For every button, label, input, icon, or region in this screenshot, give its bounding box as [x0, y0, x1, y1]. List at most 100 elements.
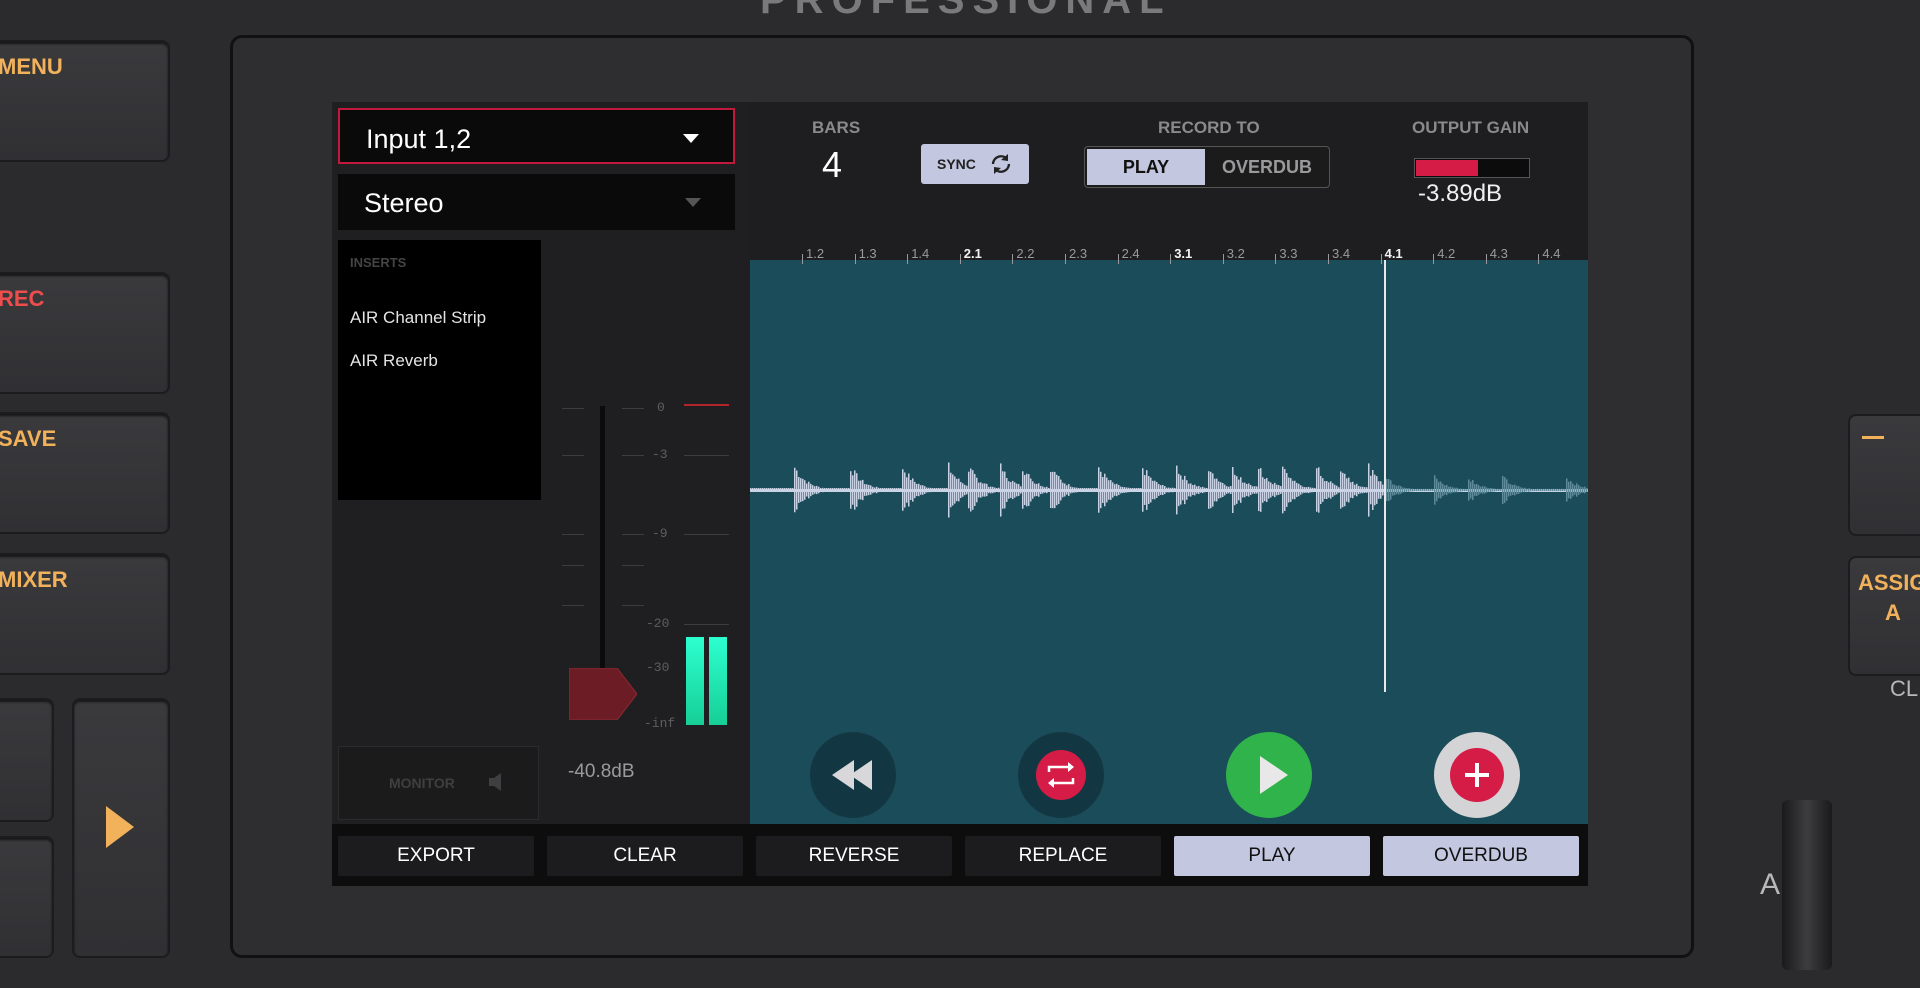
sync-button[interactable]: SYNC [921, 144, 1029, 184]
hardware-fader[interactable] [1782, 800, 1832, 970]
input-mode-value: Stereo [364, 188, 444, 218]
overdub-mode-button[interactable]: OVERDUB [1383, 836, 1579, 876]
meter-clip-line [684, 404, 729, 406]
level-meter-right [709, 637, 727, 725]
ruler-label: 4.3 [1489, 246, 1508, 261]
loop-icon [1036, 750, 1086, 800]
scale-tick [562, 534, 584, 535]
fader-track[interactable] [600, 406, 605, 676]
speaker-icon [489, 773, 501, 791]
rec-button-label: REC [0, 286, 45, 311]
ruler-label: 2.4 [1121, 246, 1140, 261]
add-button[interactable] [1434, 732, 1520, 818]
record-to-label: RECORD TO [1158, 118, 1260, 137]
ruler-tick [1065, 254, 1066, 264]
minus-button[interactable] [1848, 414, 1920, 536]
scale-label: -3 [652, 447, 668, 462]
record-to-overdub-option[interactable]: OVERDUB [1207, 149, 1327, 185]
mixer-button-label: MIXER [0, 567, 68, 592]
minus-icon [1862, 436, 1884, 439]
down-arrow-button[interactable] [0, 836, 54, 958]
ruler-tick [1170, 254, 1172, 264]
scale-tick [622, 605, 644, 606]
insert-item[interactable]: AIR Channel Strip [350, 308, 486, 328]
play-mode-button[interactable]: PLAY [1174, 836, 1370, 876]
brand-label: PROFESSIONAL [760, 0, 1172, 22]
rewind-button[interactable] [810, 732, 896, 818]
replace-button[interactable]: REPLACE [965, 836, 1161, 876]
menu-button-label: MENU [0, 54, 63, 79]
rewind-icon [832, 760, 872, 790]
inserts-title: INSERTS [350, 255, 407, 270]
save-button-label: SAVE [0, 426, 57, 451]
ruler-label: 3.4 [1332, 246, 1351, 261]
output-gain-meter[interactable] [1414, 158, 1530, 178]
clear-button[interactable]: CLEAR [547, 836, 743, 876]
input-gain-readout: -40.8dB [568, 761, 635, 782]
output-gain-fill [1416, 160, 1478, 176]
reverse-button[interactable]: REVERSE [756, 836, 952, 876]
scale-label: -9 [652, 526, 668, 541]
menu-button[interactable]: MENU [0, 40, 170, 162]
fader-a-label: A [1760, 868, 1781, 901]
clip-label: CL [1890, 676, 1919, 701]
ruler-tick [1538, 254, 1540, 264]
scale-label: -20 [646, 616, 670, 631]
bars-value[interactable]: 4 [822, 144, 842, 186]
scale-tick [622, 534, 644, 535]
ruler-tick [959, 254, 961, 264]
loop-button[interactable] [1018, 732, 1104, 818]
ruler-tick [1012, 254, 1014, 264]
chevron-down-icon [685, 198, 701, 207]
assign-a-button[interactable]: ASSIGN A [1848, 556, 1920, 676]
touchscreen: Input 1,2 Stereo INSERTS AIR Channel Str… [332, 102, 1588, 886]
record-to-toggle: PLAY OVERDUB [1084, 146, 1330, 188]
right-arrow-icon [106, 806, 134, 848]
fader-handle[interactable] [569, 668, 637, 720]
level-meter-left [686, 637, 704, 725]
input-source-dropdown[interactable]: Input 1,2 [338, 108, 735, 164]
ruler-label: 2.3 [1069, 246, 1088, 261]
export-button[interactable]: EXPORT [338, 836, 534, 876]
ruler-tick [1380, 254, 1382, 264]
bar-ruler[interactable]: 1.2 1.3 1.4 2.1 2.2 2.3 2.4 3.1 3.2 3.3 3.4 4.1 4.2 4… [750, 242, 1588, 362]
scale-tick [562, 455, 584, 456]
ruler-tick [907, 254, 909, 264]
insert-item[interactable]: AIR Reverb [350, 351, 438, 371]
output-gain-label: OUTPUT GAIN [1412, 118, 1530, 137]
ruler-tick [1275, 254, 1277, 264]
assign-a-label: ASSIGN A [1858, 570, 1920, 625]
ruler-label: 4.1 [1384, 246, 1403, 261]
ruler-tick [1222, 254, 1224, 264]
scale-tick [684, 624, 729, 625]
monitor-button[interactable]: MONITOR [338, 746, 539, 820]
scale-tick [622, 455, 644, 456]
ruler-label: 3.1 [1174, 246, 1193, 261]
rec-button[interactable]: REC [0, 272, 170, 394]
play-button[interactable] [1226, 732, 1312, 818]
record-to-play-option[interactable]: PLAY [1087, 149, 1205, 185]
chevron-down-icon [683, 134, 699, 143]
ruler-label: 3.2 [1226, 246, 1245, 261]
save-button[interactable]: SAVE [0, 412, 170, 534]
ruler-tick [854, 254, 856, 264]
add-icon [1450, 748, 1504, 802]
scale-tick [622, 565, 644, 566]
input-mode-dropdown[interactable]: Stereo [338, 174, 735, 230]
bars-label: BARS [812, 118, 861, 137]
scale-tick [684, 534, 729, 535]
scale-label: -inf [644, 716, 676, 731]
scale-tick [562, 605, 584, 606]
left-arrow-button[interactable] [0, 698, 54, 822]
output-gain-value: -3.89dB [1418, 180, 1503, 207]
scale-tick [562, 408, 584, 409]
inserts-list: INSERTS AIR Channel Strip AIR Reverb [338, 240, 541, 500]
input-source-value: Input 1,2 [366, 124, 472, 154]
ruler-label: 1.4 [911, 246, 930, 261]
ruler-tick [1433, 254, 1435, 264]
ruler-label: 2.2 [1016, 246, 1035, 261]
ruler-tick [1117, 254, 1119, 264]
ruler-label: 1.2 [806, 246, 825, 261]
right-arrow-button[interactable] [72, 698, 170, 958]
mixer-button[interactable]: MIXER [0, 553, 170, 675]
